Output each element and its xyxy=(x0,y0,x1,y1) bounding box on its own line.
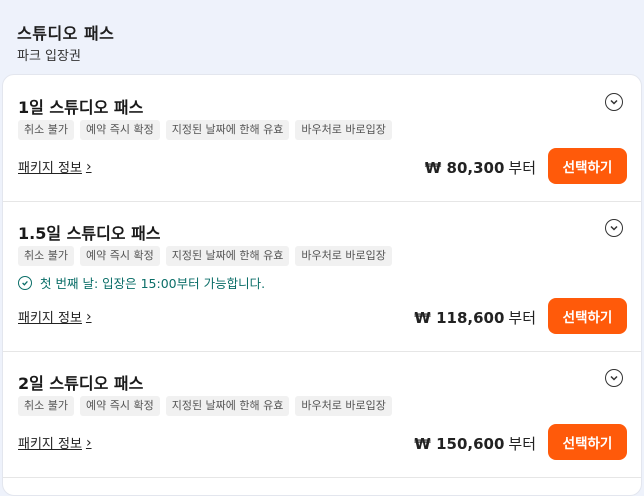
package-info-link[interactable]: 패키지 정보 › xyxy=(18,433,92,453)
page-title: 스튜디오 패스 xyxy=(17,24,115,43)
tag: 예약 즉시 확정 xyxy=(79,246,160,266)
chevron-right-icon: › xyxy=(85,308,92,325)
tag: 바우처로 바로입장 xyxy=(295,120,392,140)
tag: 바우처로 바로입장 xyxy=(295,396,392,416)
price-suffix: 부터 xyxy=(508,309,536,327)
chevron-right-icon: › xyxy=(85,158,92,175)
price-suffix: 부터 xyxy=(508,435,536,453)
tag-list: 취소 불가 예약 즉시 확정 지정된 날짜에 한해 유효 바우처로 바로입장 xyxy=(18,246,392,266)
package-info-label: 패키지 정보 xyxy=(18,437,82,452)
tag-list: 취소 불가 예약 즉시 확정 지정된 날짜에 한해 유효 바우처로 바로입장 xyxy=(18,396,392,416)
pass-list: 1일 스튜디오 패스 취소 불가 예약 즉시 확정 지정된 날짜에 한해 유효 … xyxy=(2,74,642,496)
chevron-right-icon: › xyxy=(85,434,92,451)
price-value: ₩ 150,600 xyxy=(414,435,505,453)
pass-title: 1.5일 스튜디오 패스 xyxy=(18,224,161,243)
package-info-label: 패키지 정보 xyxy=(18,311,82,326)
pass-title: 2일 스튜디오 패스 xyxy=(18,374,144,393)
chevron-down-icon[interactable] xyxy=(605,93,623,111)
tag: 취소 불가 xyxy=(18,246,74,266)
price: ₩ 80,300 부터 xyxy=(425,157,536,178)
tag: 취소 불가 xyxy=(18,396,74,416)
notice-text: 첫 번째 날: 입장은 15:00부터 가능합니다. xyxy=(40,276,266,291)
package-info-link[interactable]: 패키지 정보 › xyxy=(18,307,92,327)
pass-title: 1일 스튜디오 패스 xyxy=(18,98,144,117)
package-info-link[interactable]: 패키지 정보 › xyxy=(18,157,92,177)
chevron-down-icon[interactable] xyxy=(605,369,623,387)
tag: 지정된 날짜에 한해 유효 xyxy=(165,396,290,416)
package-info-label: 패키지 정보 xyxy=(18,161,82,176)
tag: 예약 즉시 확정 xyxy=(79,120,160,140)
chevron-down-icon[interactable] xyxy=(605,219,623,237)
select-button[interactable]: 선택하기 xyxy=(548,148,627,184)
pass-card: 2일 스튜디오 패스 취소 불가 예약 즉시 확정 지정된 날짜에 한해 유효 … xyxy=(3,351,641,478)
header: 스튜디오 패스 파크 입장권 xyxy=(0,0,644,80)
tag: 바우처로 바로입장 xyxy=(295,246,392,266)
tag: 취소 불가 xyxy=(18,120,74,140)
tag: 지정된 날짜에 한해 유효 xyxy=(165,120,290,140)
pass-card: 1일 스튜디오 패스 취소 불가 예약 즉시 확정 지정된 날짜에 한해 유효 … xyxy=(3,75,641,202)
select-button[interactable]: 선택하기 xyxy=(548,298,627,334)
tag: 예약 즉시 확정 xyxy=(79,396,160,416)
price: ₩ 150,600 부터 xyxy=(414,433,536,454)
tag-list: 취소 불가 예약 즉시 확정 지정된 날짜에 한해 유효 바우처로 바로입장 xyxy=(18,120,392,140)
price-value: ₩ 118,600 xyxy=(414,309,505,327)
check-circle-icon xyxy=(18,275,32,290)
tag: 지정된 날짜에 한해 유효 xyxy=(165,246,290,266)
price-value: ₩ 80,300 xyxy=(424,159,505,177)
price-suffix: 부터 xyxy=(508,159,536,177)
page-subtitle: 파크 입장권 xyxy=(17,49,81,64)
price: ₩ 118,600 부터 xyxy=(414,307,536,328)
pass-card: 1.5일 스튜디오 패스 취소 불가 예약 즉시 확정 지정된 날짜에 한해 유… xyxy=(3,201,641,352)
entry-notice: 첫 번째 날: 입장은 15:00부터 가능합니다. xyxy=(18,273,265,292)
select-button[interactable]: 선택하기 xyxy=(548,424,627,460)
